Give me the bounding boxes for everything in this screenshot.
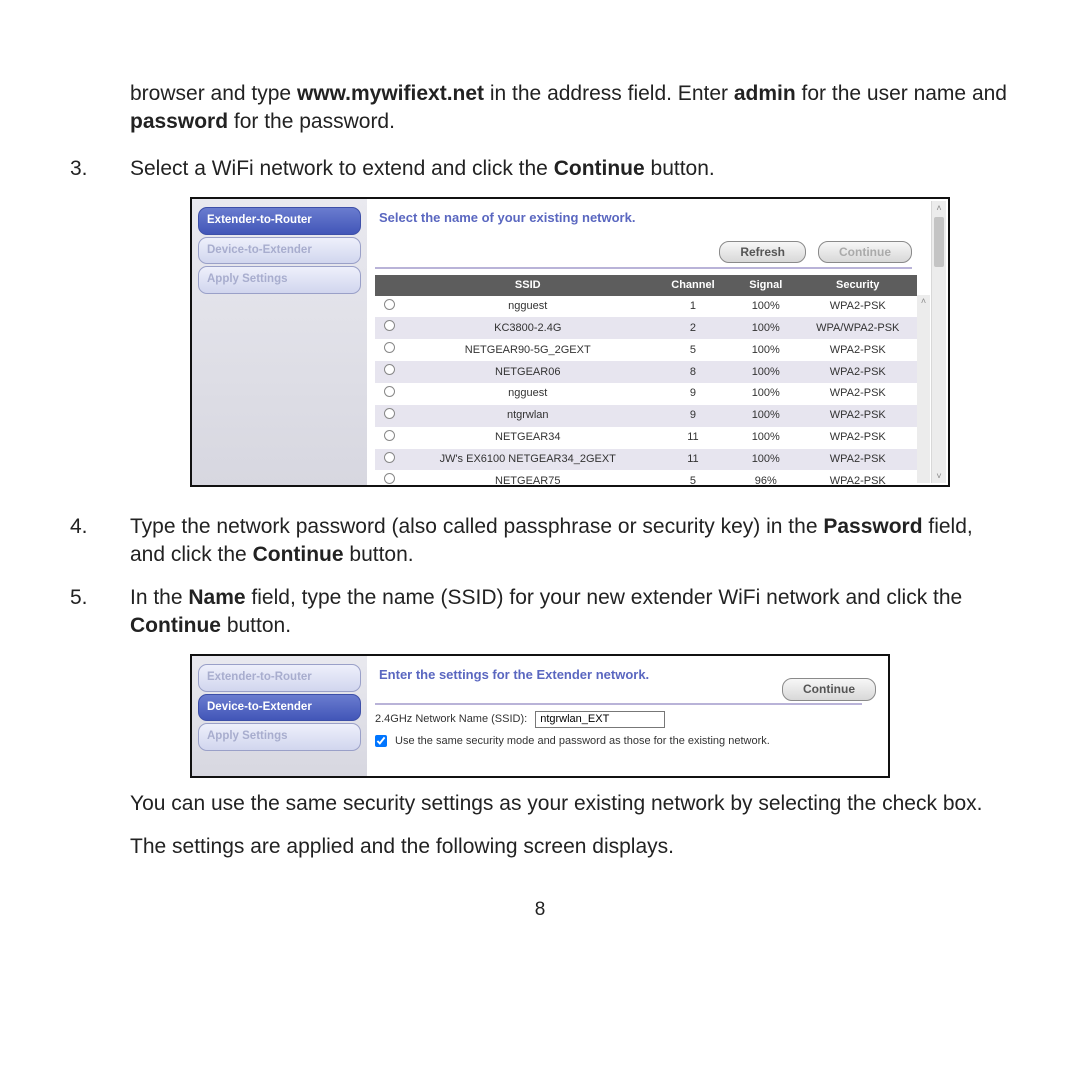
cell-security: WPA2-PSK	[798, 383, 917, 405]
screenshot-extender-settings: Extender-to-Router Device-to-Extender Ap…	[190, 654, 890, 778]
network-table: SSID Channel Signal Security ngguest1100…	[375, 275, 917, 487]
continue-button[interactable]: Continue	[818, 241, 912, 263]
scroll-thumb[interactable]	[934, 217, 944, 267]
panel-heading: Enter the settings for the Extender netw…	[379, 666, 649, 684]
network-radio[interactable]	[384, 473, 395, 484]
network-radio[interactable]	[384, 452, 395, 463]
network-radio[interactable]	[384, 386, 395, 397]
cell-signal: 96%	[733, 470, 798, 487]
same-security-checkbox[interactable]	[375, 735, 387, 747]
network-radio[interactable]	[384, 364, 395, 375]
tab-extender-to-router[interactable]: Extender-to-Router	[198, 664, 361, 692]
cell-channel: 5	[652, 470, 733, 487]
step-4: 4. Type the network password (also calle…	[70, 513, 1010, 570]
step-number: 3.	[70, 155, 130, 499]
wizard-sidebar: Extender-to-Router Device-to-Extender Ap…	[192, 656, 367, 776]
cell-signal: 100%	[733, 427, 798, 449]
cell-security: WPA2-PSK	[798, 361, 917, 383]
col-ssid: SSID	[403, 275, 652, 296]
cell-security: WPA/WPA2-PSK	[798, 317, 917, 339]
same-security-label: Use the same security mode and password …	[395, 734, 770, 749]
network-radio[interactable]	[384, 342, 395, 353]
ssid-label: 2.4GHz Network Name (SSID):	[375, 712, 527, 727]
step-number: 4.	[70, 513, 130, 570]
cell-security: WPA2-PSK	[798, 427, 917, 449]
table-row[interactable]: ntgrwlan9100%WPA2-PSK	[375, 405, 917, 427]
network-radio[interactable]	[384, 320, 395, 331]
cell-signal: 100%	[733, 449, 798, 471]
cell-ssid: ngguest	[403, 296, 652, 318]
scroll-up-icon[interactable]: ˄	[932, 201, 946, 215]
cell-ssid: NETGEAR90-5G_2GEXT	[403, 339, 652, 361]
cell-signal: 100%	[733, 339, 798, 361]
ssid-input[interactable]	[535, 711, 665, 728]
cell-signal: 100%	[733, 296, 798, 318]
cell-channel: 9	[652, 405, 733, 427]
cell-ssid: KC3800-2.4G	[403, 317, 652, 339]
cell-security: WPA2-PSK	[798, 449, 917, 471]
col-signal: Signal	[733, 275, 798, 296]
col-channel: Channel	[652, 275, 733, 296]
intro-text: browser and type www.mywifiext.net in th…	[130, 80, 1010, 137]
cell-signal: 100%	[733, 317, 798, 339]
table-row[interactable]: NETGEAR068100%WPA2-PSK	[375, 361, 917, 383]
page-number: 8	[70, 897, 1010, 923]
cell-channel: 11	[652, 427, 733, 449]
col-security: Security	[798, 275, 917, 296]
continue-button[interactable]: Continue	[782, 678, 876, 700]
cell-channel: 8	[652, 361, 733, 383]
cell-signal: 100%	[733, 361, 798, 383]
cell-security: WPA2-PSK	[798, 405, 917, 427]
cell-ssid: ngguest	[403, 383, 652, 405]
wizard-sidebar: Extender-to-Router Device-to-Extender Ap…	[192, 199, 367, 485]
scroll-down-icon[interactable]: ˅	[932, 469, 946, 483]
step-3: 3. Select a WiFi network to extend and c…	[70, 155, 1010, 499]
cell-ssid: NETGEAR06	[403, 361, 652, 383]
table-row[interactable]: NETGEAR90-5G_2GEXT5100%WPA2-PSK	[375, 339, 917, 361]
cell-security: WPA2-PSK	[798, 470, 917, 487]
network-radio[interactable]	[384, 299, 395, 310]
table-row[interactable]: JW's EX6100 NETGEAR34_2GEXT11100%WPA2-PS…	[375, 449, 917, 471]
panel-scrollbar[interactable]: ˄ ˅	[931, 201, 946, 483]
cell-ssid: JW's EX6100 NETGEAR34_2GEXT	[403, 449, 652, 471]
tab-device-to-extender[interactable]: Device-to-Extender	[198, 237, 361, 265]
cell-ssid: NETGEAR75	[403, 470, 652, 487]
cell-signal: 100%	[733, 405, 798, 427]
cell-signal: 100%	[733, 383, 798, 405]
scroll-up-icon[interactable]: ˄	[917, 295, 930, 307]
network-radio[interactable]	[384, 430, 395, 441]
cell-security: WPA2-PSK	[798, 339, 917, 361]
tab-device-to-extender[interactable]: Device-to-Extender	[198, 694, 361, 722]
tab-extender-to-router[interactable]: Extender-to-Router	[198, 207, 361, 235]
note-settings-applied: The settings are applied and the followi…	[130, 833, 1010, 861]
cell-ssid: ntgrwlan	[403, 405, 652, 427]
tab-apply-settings[interactable]: Apply Settings	[198, 266, 361, 294]
panel-heading: Select the name of your existing network…	[379, 209, 940, 227]
cell-channel: 9	[652, 383, 733, 405]
table-scrollbar[interactable]: ˄	[917, 295, 930, 483]
tab-apply-settings[interactable]: Apply Settings	[198, 723, 361, 751]
cell-security: WPA2-PSK	[798, 296, 917, 318]
network-radio[interactable]	[384, 408, 395, 419]
cell-ssid: NETGEAR34	[403, 427, 652, 449]
refresh-button[interactable]: Refresh	[719, 241, 806, 263]
screenshot-select-network: Extender-to-Router Device-to-Extender Ap…	[190, 197, 950, 487]
cell-channel: 5	[652, 339, 733, 361]
step-number: 5.	[70, 584, 130, 875]
cell-channel: 1	[652, 296, 733, 318]
table-row[interactable]: ngguest1100%WPA2-PSK	[375, 296, 917, 318]
table-row[interactable]: ngguest9100%WPA2-PSK	[375, 383, 917, 405]
step-5: 5. In the Name field, type the name (SSI…	[70, 584, 1010, 875]
table-row[interactable]: NETGEAR75596%WPA2-PSK	[375, 470, 917, 487]
table-row[interactable]: NETGEAR3411100%WPA2-PSK	[375, 427, 917, 449]
note-same-security: You can use the same security settings a…	[130, 790, 1010, 818]
cell-channel: 2	[652, 317, 733, 339]
table-row[interactable]: KC3800-2.4G2100%WPA/WPA2-PSK	[375, 317, 917, 339]
cell-channel: 11	[652, 449, 733, 471]
